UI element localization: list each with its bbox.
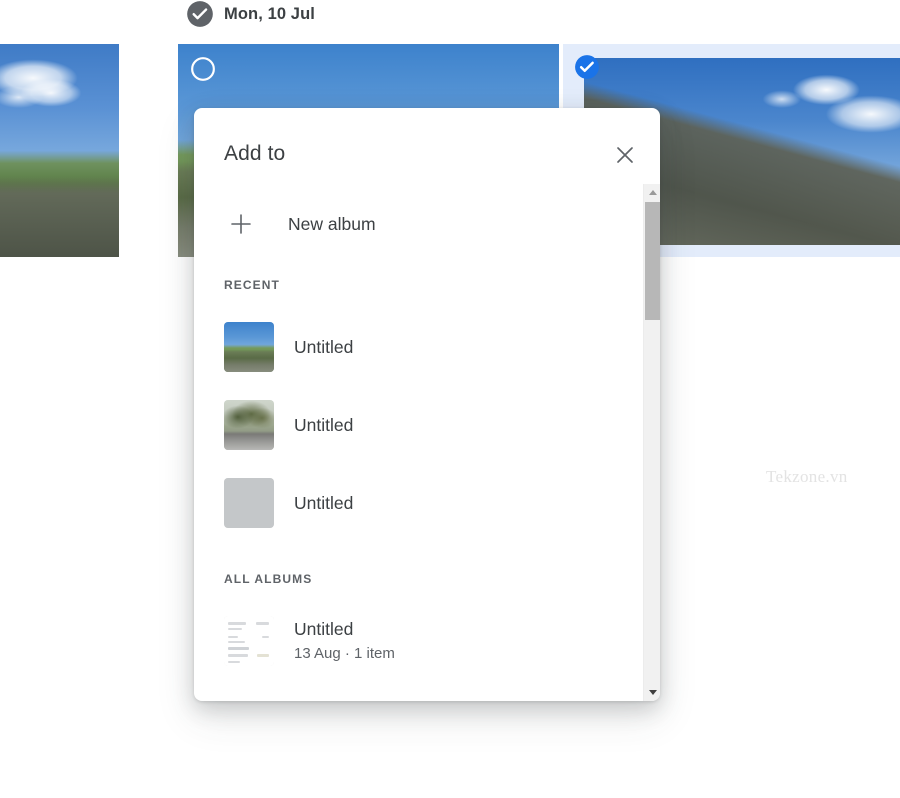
unselected-circle-icon[interactable] [190, 56, 216, 82]
album-list-item[interactable]: Untitled 13 Aug · 1 item [194, 602, 643, 680]
dialog-header: Add to [194, 108, 660, 184]
album-subtitle: 13 Aug · 1 item [294, 643, 395, 665]
album-title: Untitled [294, 491, 353, 515]
watermark: Tekzone.vn [766, 467, 848, 487]
document-thumb [224, 616, 274, 666]
album-list-item[interactable]: Untitled [194, 464, 643, 542]
album-title: Untitled [294, 617, 395, 641]
selected-check-icon[interactable] [574, 54, 600, 80]
dialog-title: Add to [224, 142, 285, 166]
chevron-down-icon[interactable] [644, 684, 660, 701]
album-title: Untitled [294, 413, 353, 437]
album-title: Untitled [294, 335, 353, 359]
album-list-item[interactable]: Untitled [194, 308, 643, 386]
plus-icon [226, 209, 256, 239]
scrollbar-thumb[interactable] [645, 202, 660, 320]
meadow-hillside-photo [0, 44, 119, 257]
photo-tile[interactable] [0, 44, 119, 257]
dialog-body: New album RECENT Untitled Untitled [194, 184, 660, 701]
album-list-item[interactable]: Untitled [194, 386, 643, 464]
dialog-scrollbar[interactable] [643, 184, 660, 701]
chevron-up-icon[interactable] [644, 184, 660, 201]
date-label: Mon, 10 Jul [224, 1, 315, 27]
close-icon[interactable] [612, 142, 638, 168]
screen-root: Mon, 10 Jul [0, 0, 900, 798]
new-album-label: New album [288, 212, 376, 236]
gray-placeholder-thumb [224, 478, 274, 528]
add-to-album-dialog: Add to New album RE [194, 108, 660, 701]
hillside-thumb [224, 322, 274, 372]
section-label-all-albums: ALL ALBUMS [194, 572, 643, 586]
new-album-row[interactable]: New album [194, 188, 643, 260]
date-header-row: Mon, 10 Jul [0, 0, 900, 40]
road-trees-thumb [224, 400, 274, 450]
check-circle-icon[interactable] [186, 0, 214, 28]
section-label-recent: RECENT [194, 278, 643, 292]
album-list: New album RECENT Untitled Untitled [194, 184, 643, 701]
